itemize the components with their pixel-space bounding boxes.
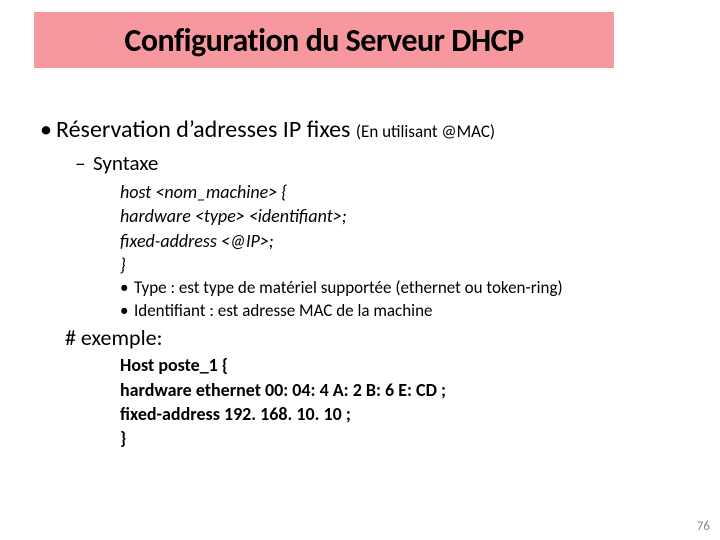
page-number: 76 bbox=[697, 519, 710, 534]
note-identifiant-text: Identifiant : est adresse MAC de la mach… bbox=[134, 300, 432, 321]
syntax-line-1: host <nom_machine> { bbox=[20, 180, 700, 204]
syntax-line-2: hardware <type> <identifiant>; bbox=[20, 204, 700, 228]
lvl1-text: Réservation d’adresses IP fixes bbox=[56, 115, 356, 144]
title-banner: Configuration du Serveur DHCP bbox=[34, 12, 614, 68]
lvl2-text: Syntaxe bbox=[93, 150, 158, 176]
note-type-text: Type : est type de matériel supportée (e… bbox=[134, 277, 563, 298]
example-line-3: fixed-address 192. 168. 10. 10 ; bbox=[20, 402, 700, 426]
lvl1-note: (En utilisant @MAC) bbox=[356, 121, 495, 142]
note-type: •Type : est type de matériel supportée (… bbox=[20, 277, 700, 300]
bullet-dot-small: • bbox=[120, 300, 134, 323]
dash: – bbox=[75, 151, 93, 176]
example-line-4: } bbox=[20, 426, 700, 450]
bullet-dot-small: • bbox=[120, 277, 134, 300]
bullet-dot: • bbox=[40, 116, 56, 145]
bullet-level1: •Réservation d’adresses IP fixes (En uti… bbox=[20, 116, 700, 145]
bullet-level2: –Syntaxe bbox=[20, 151, 700, 176]
slide-body: •Réservation d’adresses IP fixes (En uti… bbox=[20, 116, 700, 451]
slide-title: Configuration du Serveur DHCP bbox=[124, 21, 523, 60]
syntax-line-3: fixed-address <@IP>; bbox=[20, 229, 700, 253]
example-header: # exemple: bbox=[20, 325, 700, 351]
example-line-1: Host poste_1 { bbox=[20, 353, 700, 377]
example-line-2: hardware ethernet 00: 04: 4 A: 2 B: 6 E:… bbox=[20, 378, 700, 402]
slide: Configuration du Serveur DHCP •Réservati… bbox=[0, 0, 720, 540]
syntax-line-4: } bbox=[20, 253, 700, 277]
note-identifiant: •Identifiant : est adresse MAC de la mac… bbox=[20, 300, 700, 323]
